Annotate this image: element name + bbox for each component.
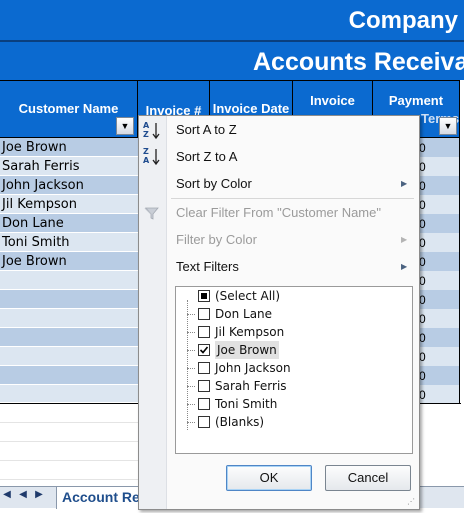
cell-value: 0	[419, 141, 426, 155]
submenu-arrow-icon: ▶	[401, 262, 408, 271]
sort-ascending-icon: AZ	[142, 120, 164, 142]
submenu-arrow-icon: ▶	[401, 235, 408, 244]
filter-option-checkbox[interactable]	[198, 380, 210, 392]
dropdown-arrow-icon: ▼	[443, 121, 453, 131]
filter-option-checkbox[interactable]	[198, 398, 210, 410]
table-row[interactable]: Sarah Ferris	[0, 157, 138, 176]
cell-value: 0	[419, 293, 426, 307]
tree-tick	[187, 332, 195, 333]
resize-grip-icon[interactable]: ⋰	[407, 498, 416, 507]
cancel-button[interactable]: Cancel	[325, 465, 411, 491]
filter-option-checkbox[interactable]	[198, 416, 210, 428]
cell-value: 0	[419, 179, 426, 193]
horizontal-scrollbar[interactable]	[418, 486, 464, 508]
filter-value-list[interactable]	[175, 286, 413, 454]
table-row[interactable]: Don Lane	[0, 214, 138, 233]
menu-sort-z-to-a[interactable]: Sort Z to A	[176, 147, 237, 167]
header-customer-name-label: Customer Name	[18, 101, 119, 116]
tree-line	[187, 300, 188, 430]
cell-value: 0	[419, 312, 426, 326]
cell-value: 0	[419, 274, 426, 288]
filter-option-checkbox-checked[interactable]	[198, 344, 210, 356]
menu-clear-filter[interactable]: Clear Filter From "Customer Name"	[176, 203, 381, 223]
ok-button[interactable]: OK	[226, 465, 312, 491]
checkmark-icon	[199, 346, 209, 354]
table-row[interactable]: Jil Kempson	[0, 195, 138, 214]
tree-tick	[187, 314, 195, 315]
svg-text:A: A	[143, 156, 150, 165]
filter-option-label: (Select All)	[215, 289, 281, 303]
sort-descending-icon: ZA	[142, 146, 164, 168]
svg-text:A: A	[143, 121, 150, 130]
tree-tick	[187, 422, 195, 423]
tree-tick	[187, 404, 195, 405]
sheet-tab-accounts[interactable]: Account Re	[56, 487, 146, 509]
table-row[interactable]: Toni Smith	[0, 233, 138, 252]
cell-value: 0	[419, 217, 426, 231]
tree-tick	[187, 386, 195, 387]
first-sheet-icon[interactable]: ◀	[2, 488, 12, 502]
filter-option-label: Sarah Ferris	[215, 379, 287, 393]
company-title: Company	[0, 0, 464, 40]
header-invoice-date-label: Invoice Date	[212, 101, 290, 116]
menu-text-filters[interactable]: Text Filters	[176, 257, 239, 277]
next-sheet-icon[interactable]: ▶	[34, 488, 44, 502]
table-row-empty[interactable]	[0, 309, 138, 328]
filter-option-label: John Jackson	[215, 361, 291, 375]
menu-filter-by-color[interactable]: Filter by Color	[176, 230, 257, 250]
menu-separator	[171, 198, 414, 199]
filter-option-checkbox[interactable]	[198, 308, 210, 320]
cell-value: 0	[419, 331, 426, 345]
tree-tick	[187, 368, 195, 369]
select-all-checkbox[interactable]	[198, 290, 210, 302]
menu-sort-a-to-z[interactable]: Sort A to Z	[176, 120, 237, 140]
filter-option-label: Toni Smith	[215, 397, 278, 411]
table-row-empty[interactable]	[0, 366, 138, 385]
table-row-empty[interactable]	[0, 347, 138, 366]
header-invoice-amount-label: Invoice	[310, 93, 355, 108]
cell-value: 0	[419, 369, 426, 383]
svg-text:Z: Z	[143, 147, 149, 156]
filter-option-label: Don Lane	[215, 307, 273, 321]
cell-value: 0	[419, 236, 426, 250]
prev-sheet-icon[interactable]: ◀	[18, 488, 28, 502]
cell-value: 0	[419, 198, 426, 212]
header-customer-name[interactable]: Customer Name ▼	[0, 80, 138, 138]
submenu-arrow-icon: ▶	[401, 179, 408, 188]
menu-icon-gutter	[139, 116, 167, 509]
tree-tick	[187, 350, 195, 351]
cell-value: 0	[419, 255, 426, 269]
table-row[interactable]: Joe Brown	[0, 252, 138, 271]
customer-name-filter-button[interactable]: ▼	[116, 117, 134, 135]
table-row-empty[interactable]	[0, 385, 138, 403]
table-row[interactable]: Joe Brown	[0, 138, 138, 157]
filter-option-label: Joe Brown	[215, 341, 279, 359]
filter-option-label: (Blanks)	[215, 415, 265, 429]
menu-sort-by-color[interactable]: Sort by Color	[176, 174, 252, 194]
filter-option-label: Jil Kempson	[215, 325, 285, 339]
header-payment-terms-label: Payment	[388, 93, 444, 108]
filter-option-checkbox[interactable]	[198, 326, 210, 338]
clear-filter-icon	[142, 204, 164, 226]
table-row-empty[interactable]	[0, 290, 138, 309]
table-row-empty[interactable]	[0, 271, 138, 290]
table-row-empty[interactable]	[0, 328, 138, 347]
payment-terms-values: 0 0 0 0 0 0 0 0 0 0 0 0 0 0	[419, 139, 429, 405]
cell-value: 0	[419, 388, 426, 402]
payment-terms-filter-button[interactable]: ▼	[439, 117, 457, 135]
table-row[interactable]: John Jackson	[0, 176, 138, 195]
dropdown-arrow-icon: ▼	[120, 121, 130, 131]
svg-text:Z: Z	[143, 130, 149, 139]
report-title: Accounts Receiva	[0, 42, 464, 80]
empty-grid-cells	[0, 404, 138, 486]
filter-option-checkbox[interactable]	[198, 362, 210, 374]
cell-value: 0	[419, 350, 426, 364]
cell-value: 0	[419, 160, 426, 174]
